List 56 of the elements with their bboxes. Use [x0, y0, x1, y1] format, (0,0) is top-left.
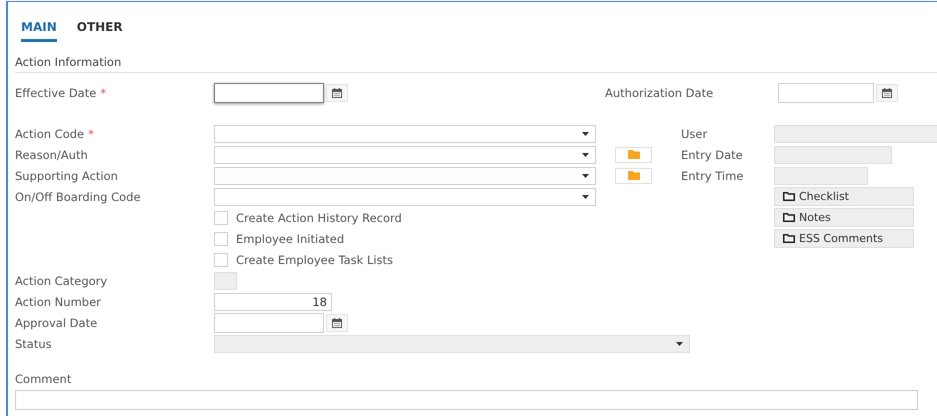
required-mark: * — [100, 86, 106, 100]
tab[interactable]: MAIN — [21, 19, 57, 42]
folder-icon — [783, 192, 795, 201]
number-field[interactable]: 18 — [214, 292, 332, 310]
folder-button[interactable] — [615, 168, 652, 184]
calendar-icon — [882, 88, 892, 98]
calendar-icon — [332, 88, 342, 98]
field-label: User — [681, 126, 708, 140]
calendar-button[interactable] — [326, 314, 348, 332]
folder-icon — [783, 234, 795, 243]
caret-icon — [582, 152, 589, 156]
checkbox[interactable] — [214, 232, 228, 246]
field-label: Approval Date — [15, 316, 98, 330]
field-label: Action Code — [15, 126, 84, 140]
calendar-icon — [332, 318, 342, 328]
section-title: Action Information — [15, 55, 937, 73]
calendar-button[interactable] — [876, 84, 898, 102]
caret-icon — [582, 132, 589, 136]
folder-button[interactable]: ESS Comments — [774, 229, 914, 248]
dropdown-field[interactable] — [214, 188, 596, 206]
field-label: On/Off Boarding Code — [15, 190, 141, 204]
tab[interactable]: OTHER — [76, 19, 123, 42]
folder-icon — [628, 150, 640, 159]
caret-icon — [582, 174, 589, 178]
field-label: Status — [15, 336, 52, 350]
field-label: Comment — [15, 372, 72, 388]
field-label: Entry Date — [681, 148, 743, 162]
folder-icon — [628, 171, 640, 180]
field-label: Effective Date — [15, 86, 96, 100]
dropdown-field[interactable] — [214, 166, 596, 184]
field-label: Supporting Action — [15, 168, 118, 182]
folder-button[interactable]: Notes — [774, 208, 914, 227]
checkbox-label: Employee Initiated — [236, 232, 344, 246]
field-label: Authorization Date — [605, 86, 714, 100]
date-field[interactable] — [214, 82, 324, 102]
checkbox[interactable] — [214, 252, 228, 266]
dropdown-field[interactable] — [214, 146, 596, 164]
dropdown-field[interactable] — [214, 124, 596, 142]
readonly-field — [214, 272, 237, 290]
field-label: Reason/Auth — [15, 148, 88, 162]
checkbox-label: Create Action History Record — [236, 210, 402, 224]
date-field[interactable] — [778, 82, 874, 102]
required-mark: * — [88, 126, 94, 140]
folder-button[interactable] — [615, 146, 652, 162]
folder-icon — [783, 213, 795, 222]
checkbox[interactable] — [214, 210, 228, 224]
comment-field[interactable] — [15, 390, 918, 410]
field-label: Entry Time — [681, 168, 744, 182]
field-label: Action Number — [15, 294, 101, 308]
calendar-button[interactable] — [326, 84, 348, 102]
caret-icon — [582, 194, 589, 198]
caret-icon — [676, 342, 683, 346]
folder-button[interactable]: Checklist — [774, 187, 914, 206]
date-field[interactable] — [214, 312, 324, 332]
checkbox-label: Create Employee Task Lists — [236, 252, 394, 266]
field-label: Action Category — [15, 274, 108, 288]
